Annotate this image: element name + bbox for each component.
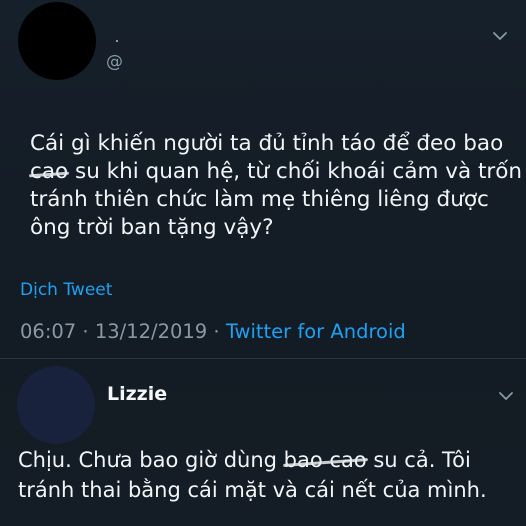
tweet-text-line: ông trời ban tặng vậy? [30, 215, 274, 240]
reply-avatar[interactable] [17, 366, 95, 444]
meta-separator: · [82, 320, 89, 343]
reply-text: Chịu. Chưa bao giờ dùng bao cao su cả. T… [18, 445, 518, 505]
author-avatar[interactable] [18, 2, 96, 80]
meta-separator: · [213, 320, 220, 343]
scribbled-word: bao cao [284, 445, 367, 475]
chevron-down-icon[interactable] [498, 390, 514, 402]
reply-text-line: Chịu. Chưa bao giờ dùng bao cao su cả. T… [18, 445, 518, 475]
reply-text-line: tránh thai bằng cái mặt và cái nết của m… [18, 478, 487, 502]
chevron-down-icon[interactable] [492, 30, 508, 42]
tweet-text-line-rest: su khi quan hệ, từ chối khoái cảm và trố… [75, 159, 523, 184]
tweet-time: 06:07 [20, 320, 77, 343]
author-handle[interactable]: @ [106, 52, 123, 72]
author-name-redacted [116, 40, 118, 42]
translate-tweet-link[interactable]: Dịch Tweet [20, 280, 112, 300]
reply-text-after: su cả. Tôi [373, 448, 471, 472]
tweet-text: Cái gì khiến người ta đủ tỉnh táo để đeo… [30, 130, 522, 242]
tweet-text-line: cao su khi quan hệ, từ chối khoái cảm và… [30, 158, 522, 186]
tweet-source-link[interactable]: Twitter for Android [226, 320, 406, 343]
scribbled-word: cao [30, 159, 69, 184]
tweet-text-line: tránh thiên chức làm mẹ thiêng liêng đượ… [30, 187, 489, 212]
reply-text-before: Chịu. Chưa bao giờ dùng [18, 448, 277, 472]
tweet-meta: 06:07 · 13/12/2019 · Twitter for Android [20, 320, 406, 343]
tweet-date[interactable]: 13/12/2019 [95, 320, 207, 343]
main-tweet: @ Cái gì khiến người ta đủ tỉnh táo để đ… [0, 0, 526, 358]
reply-tweet: Lizzie Chịu. Chưa bao giờ dùng bao cao s… [0, 359, 526, 526]
reply-author-name[interactable]: Lizzie [107, 383, 167, 405]
tweet-text-line: Cái gì khiến người ta đủ tỉnh táo để đeo… [30, 131, 504, 156]
